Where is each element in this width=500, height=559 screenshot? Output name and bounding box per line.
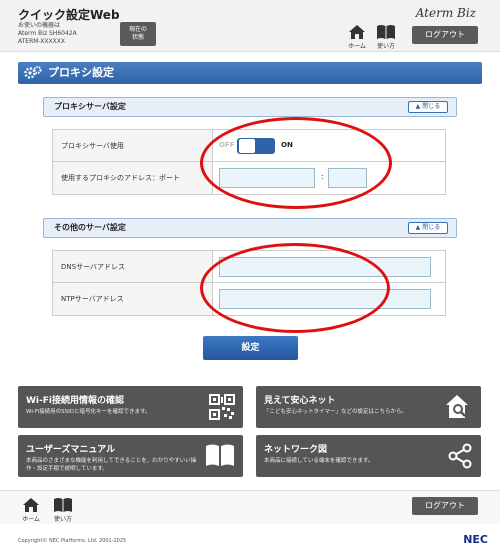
current-status-button[interactable]: 現在の 状態 [120, 22, 156, 46]
device-info-line: お使いの機器は [18, 22, 61, 29]
tile-title: ユーザーズマニュアル [26, 445, 116, 455]
proxy-server-heading: プロキシサーバ設定 ▲ 閉じる [43, 97, 457, 117]
annotation-ellipse [200, 117, 392, 209]
dns-label: DNSサーバアドレス [53, 251, 213, 282]
other-close-label: 閉じる [422, 224, 441, 231]
section-title-text: プロキシ設定 [48, 66, 114, 79]
other-server-heading: その他のサーバ設定 ▲ 閉じる [43, 218, 457, 238]
other-server-heading-text: その他のサーバ設定 [54, 223, 126, 232]
guide-label: 使い方 [376, 43, 395, 50]
device-info: お使いの機器は Aterm Biz SH6042A ATERM-XXXXXX [18, 22, 77, 46]
chevron-up-icon: ▲ [415, 224, 421, 231]
submit-button[interactable]: 設定 [203, 336, 298, 360]
other-close-button[interactable]: ▲ 閉じる [408, 222, 448, 234]
guide-link[interactable]: 使い方 [373, 24, 399, 50]
annotation-ellipse [200, 243, 390, 333]
proxy-address-label: 使用するプロキシのアドレス：ポート [53, 162, 213, 194]
tile-network-map[interactable]: ネットワーク図 本商品に接続している端末を確認できます。 [256, 435, 481, 477]
footer-home-link[interactable]: ホーム [18, 497, 44, 523]
ntp-label: NTPサーバアドレス [53, 283, 213, 315]
logout-button-bottom[interactable]: ログアウト [412, 497, 478, 515]
home-link[interactable]: ホーム [344, 24, 370, 50]
device-model: Aterm Biz SH6042A [18, 30, 77, 37]
brand-logo: Aterm Biz [415, 6, 476, 20]
footer-guide-label: 使い方 [53, 516, 72, 523]
header: クイック設定Web お使いの機器は Aterm Biz SH6042A ATER… [0, 0, 500, 52]
chevron-up-icon: ▲ [415, 103, 421, 110]
tile-title: Wi-Fi接続用情報の確認 [26, 396, 124, 406]
house-search-icon [446, 395, 468, 418]
qr-code-icon [209, 394, 235, 420]
footer-home-label: ホーム [22, 516, 40, 523]
gear-icon [24, 66, 42, 79]
proxy-close-label: 閉じる [422, 103, 441, 110]
book-icon [206, 444, 234, 466]
proxy-server-heading-text: プロキシサーバ設定 [54, 102, 126, 111]
home-icon [23, 498, 39, 512]
nec-logo: NEC [463, 533, 488, 546]
status-button-line1: 現在の [128, 26, 147, 33]
footer-guide-link[interactable]: 使い方 [50, 497, 76, 523]
tile-title: ネットワーク図 [264, 445, 328, 455]
share-icon [448, 443, 472, 469]
tile-wifi-info[interactable]: Wi-Fi接続用情報の確認 Wi-Fi接続用のSSIDと暗号化キーを確認できます… [18, 386, 243, 428]
app-title: クイック設定Web [18, 8, 120, 22]
home-label: ホーム [348, 43, 366, 50]
logout-button-top[interactable]: ログアウト [412, 26, 478, 44]
copyright: Copyright© NEC Platforms, Ltd. 2001-2025 [18, 538, 127, 544]
tile-users-manual[interactable]: ユーザーズマニュアル 本商品のさまざまな機能を利用してできることを、わかりやすい… [18, 435, 243, 477]
tile-desc: 本商品に接続している端末を確認できます。 [264, 458, 374, 464]
device-name: ATERM-XXXXXX [18, 38, 65, 45]
proxy-close-button[interactable]: ▲ 閉じる [408, 101, 448, 113]
proxy-use-label: プロキシサーバ使用 [53, 130, 213, 161]
footer-bar: ホーム 使い方 ログアウト [0, 490, 500, 524]
tile-anshin-net[interactable]: 見えて安心ネット 「こども安心ネットタイマー」などの設定はこちらから。 [256, 386, 481, 428]
section-title: プロキシ設定 [18, 62, 482, 84]
tile-title: 見えて安心ネット [264, 396, 336, 406]
home-icon [349, 25, 365, 39]
tile-desc: 「こども安心ネットタイマー」などの設定はこちらから。 [264, 409, 408, 415]
book-icon [54, 498, 72, 512]
tile-desc: Wi-Fi接続用のSSIDと暗号化キーを確認できます。 [26, 409, 151, 415]
tile-desc: 本商品のさまざまな機能を利用してできることを、わかりやすいい操作・設定手順で説明… [26, 458, 197, 472]
status-button-line2: 状態 [131, 34, 144, 41]
book-icon [377, 25, 395, 39]
